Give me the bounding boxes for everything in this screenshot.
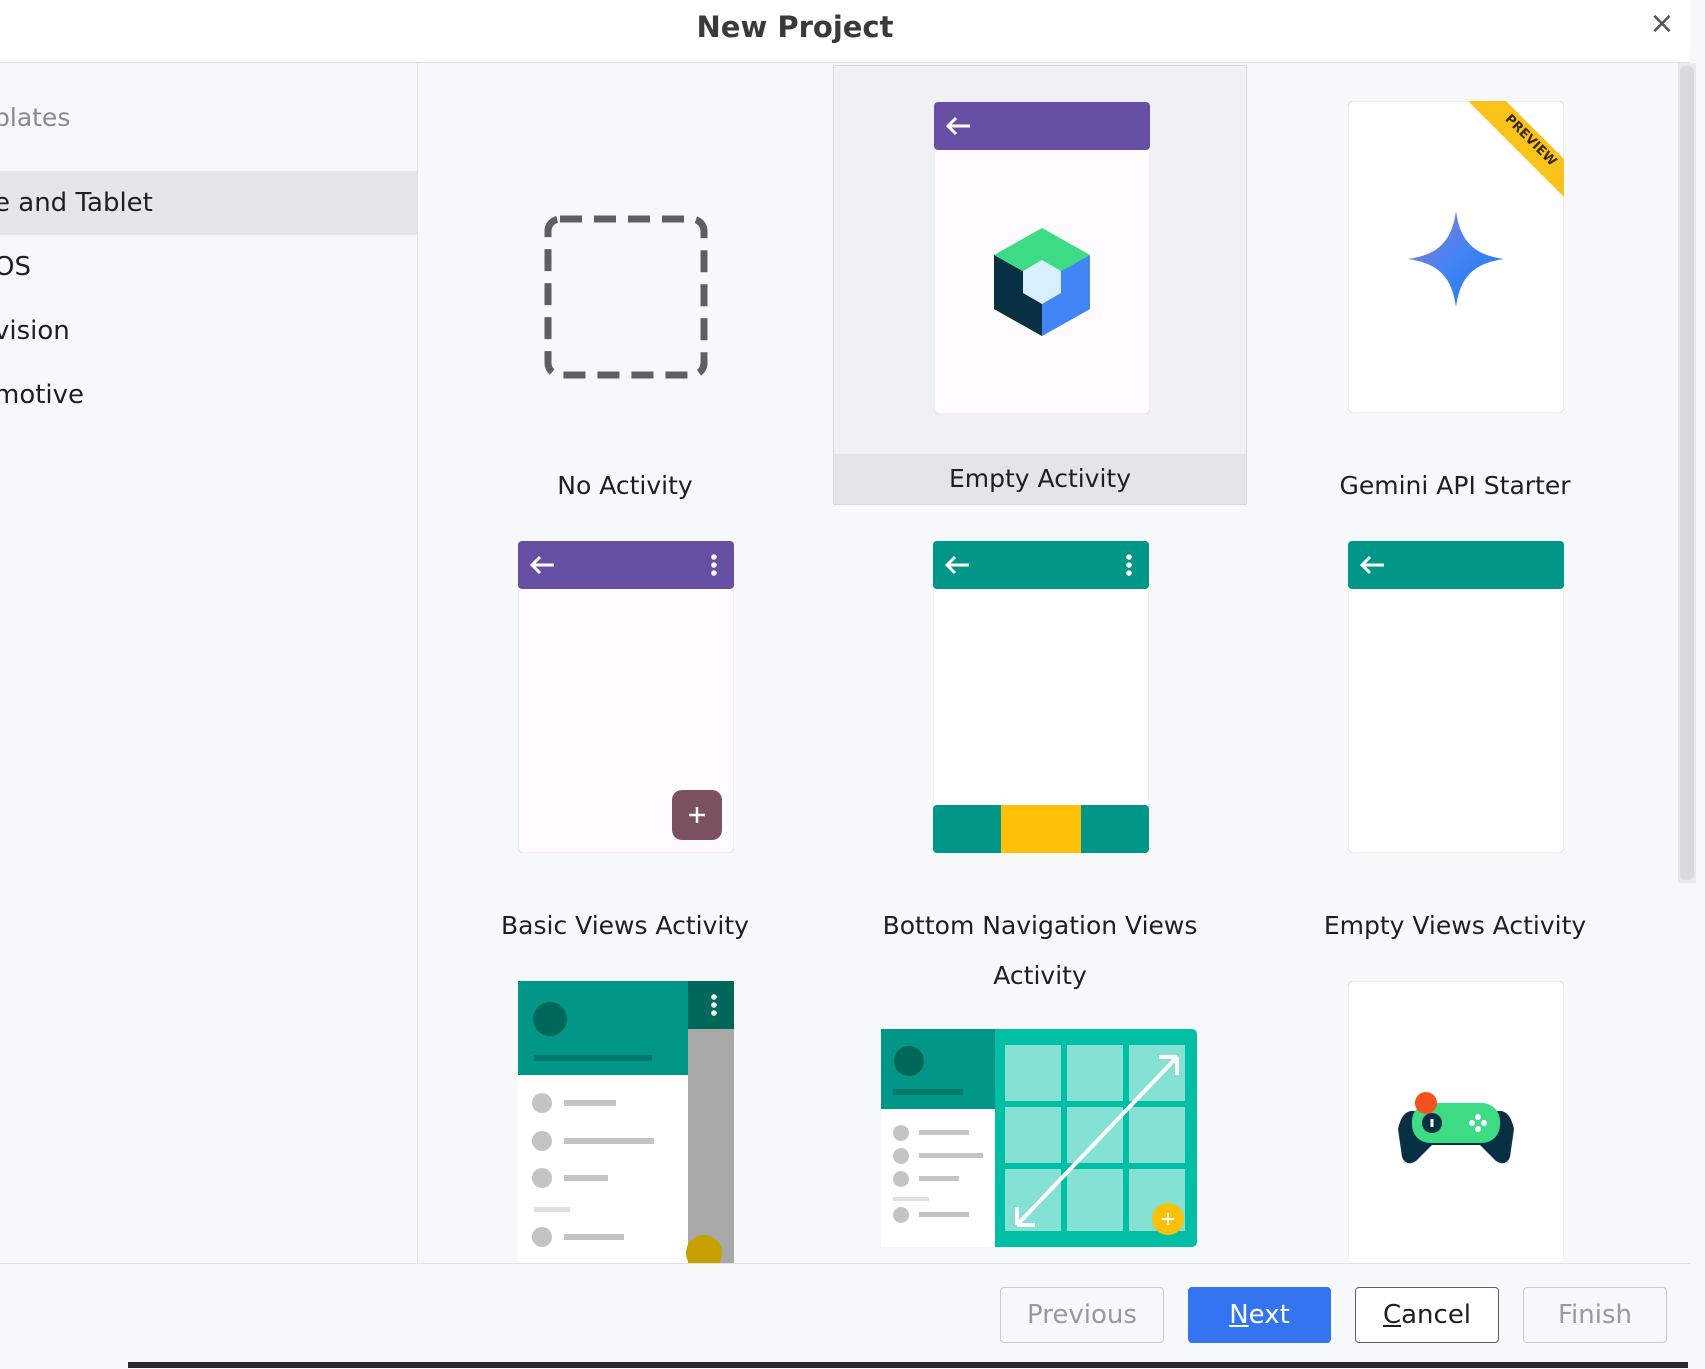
template-bottom-navigation-views-activity[interactable]: Bottom Navigation Views Activity — [833, 505, 1247, 990]
phone-preview-empty-views — [1348, 541, 1564, 853]
finish-button[interactable]: Finish — [1523, 1287, 1667, 1343]
template-game-activity[interactable] — [1248, 945, 1662, 1263]
template-label: Empty Views Activity — [1323, 911, 1587, 940]
template-label: Bottom Navigation Views Activity — [882, 911, 1198, 990]
sidebar-item-label: motive — [0, 380, 85, 410]
template-label: Gemini API Starter — [1339, 471, 1571, 500]
template-category-sidebar: plates e and Tablet OS vision motive — [0, 63, 418, 1263]
sidebar-item-phone-tablet[interactable]: e and Tablet — [0, 171, 417, 235]
template-basic-views-activity[interactable]: Basic Views Activity — [418, 505, 832, 945]
phone-preview-compose — [934, 102, 1150, 414]
tablet-preview-responsive — [881, 1029, 1197, 1247]
dialog-title: New Project — [696, 10, 894, 44]
template-label: Basic Views Activity — [501, 911, 749, 940]
template-navigation-drawer-views-activity[interactable] — [418, 945, 832, 1263]
dashed-square-icon — [544, 215, 708, 379]
overflow-menu-icon — [711, 554, 717, 576]
template-no-activity[interactable]: No Activity — [418, 65, 832, 505]
gallery-scrollbar-thumb[interactable] — [1680, 66, 1694, 880]
sidebar-item-label: e and Tablet — [0, 188, 153, 218]
template-gemini-api-starter[interactable]: PREVIEW Gemini API Starter — [1248, 65, 1662, 505]
cancel-mnemonic: C — [1382, 1300, 1402, 1330]
template-label: Empty Activity — [834, 454, 1246, 504]
template-gallery: No Activity Empty Activity PREVIEW Gemin… — [418, 63, 1675, 1263]
close-icon[interactable]: × — [1648, 9, 1676, 39]
sidebar-item-automotive[interactable]: motive — [0, 363, 417, 427]
previous-button[interactable]: Previous — [1000, 1287, 1164, 1343]
overflow-menu-icon — [1126, 554, 1132, 576]
sidebar-item-television[interactable]: vision — [0, 299, 417, 363]
template-empty-activity[interactable]: Empty Activity — [833, 65, 1247, 505]
phone-preview-gemini: PREVIEW — [1348, 101, 1564, 413]
next-mnemonic: N — [1229, 1300, 1249, 1330]
sidebar-item-label: OS — [0, 252, 31, 282]
template-empty-views-activity[interactable]: Empty Views Activity — [1248, 505, 1662, 945]
template-responsive-views-activity[interactable] — [833, 945, 1247, 1263]
title-bar: New Project × — [0, 0, 1690, 63]
phone-preview-basic-views — [518, 541, 734, 853]
sidebar-header: plates — [0, 103, 71, 132]
phone-preview-bottom-nav — [933, 541, 1149, 853]
cancel-button[interactable]: Cancel — [1355, 1287, 1499, 1343]
next-button[interactable]: Next — [1188, 1287, 1331, 1343]
phone-preview-game — [1348, 981, 1564, 1263]
sidebar-item-label: vision — [0, 316, 70, 346]
next-label-rest: ext — [1248, 1300, 1290, 1330]
sidebar-item-wear-os[interactable]: OS — [0, 235, 417, 299]
window-bottom-edge — [128, 1362, 1688, 1368]
phone-preview-nav-drawer — [518, 981, 734, 1263]
overflow-menu-icon — [711, 994, 717, 1016]
cancel-label-rest: ancel — [1401, 1300, 1472, 1330]
template-label: No Activity — [557, 471, 693, 500]
